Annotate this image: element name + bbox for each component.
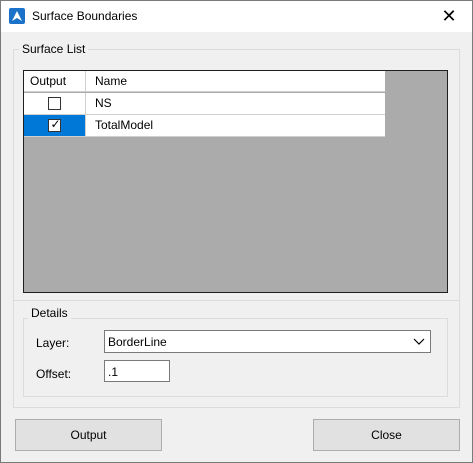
close-button[interactable]: Close [313,419,460,451]
surface-name: TotalModel [95,118,154,132]
title-bar[interactable]: Surface Boundaries ✕ [1,1,472,32]
app-icon [9,8,25,24]
dialog-window: Surface Boundaries ✕ Surface List Output… [0,0,473,463]
surface-grid[interactable]: Output Name NS ✓ TotalModel [23,70,448,293]
close-icon[interactable]: ✕ [426,1,472,32]
table-row[interactable]: ✓ TotalModel [24,115,385,137]
output-checkbox[interactable] [48,97,61,110]
output-cell [24,93,86,114]
surface-list-label: Surface List [19,42,89,56]
column-header-output[interactable]: Output [24,71,86,92]
grid-header: Output Name [24,71,385,92]
table-row[interactable]: NS [24,93,385,115]
window-title: Surface Boundaries [32,9,138,23]
content-border [13,301,460,408]
checkmark-icon: ✓ [50,117,61,131]
surface-name: NS [95,96,112,110]
output-checkbox[interactable]: ✓ [48,117,61,132]
output-button[interactable]: Output [15,419,162,451]
output-cell: ✓ [24,115,86,136]
column-header-name[interactable]: Name [86,71,385,92]
